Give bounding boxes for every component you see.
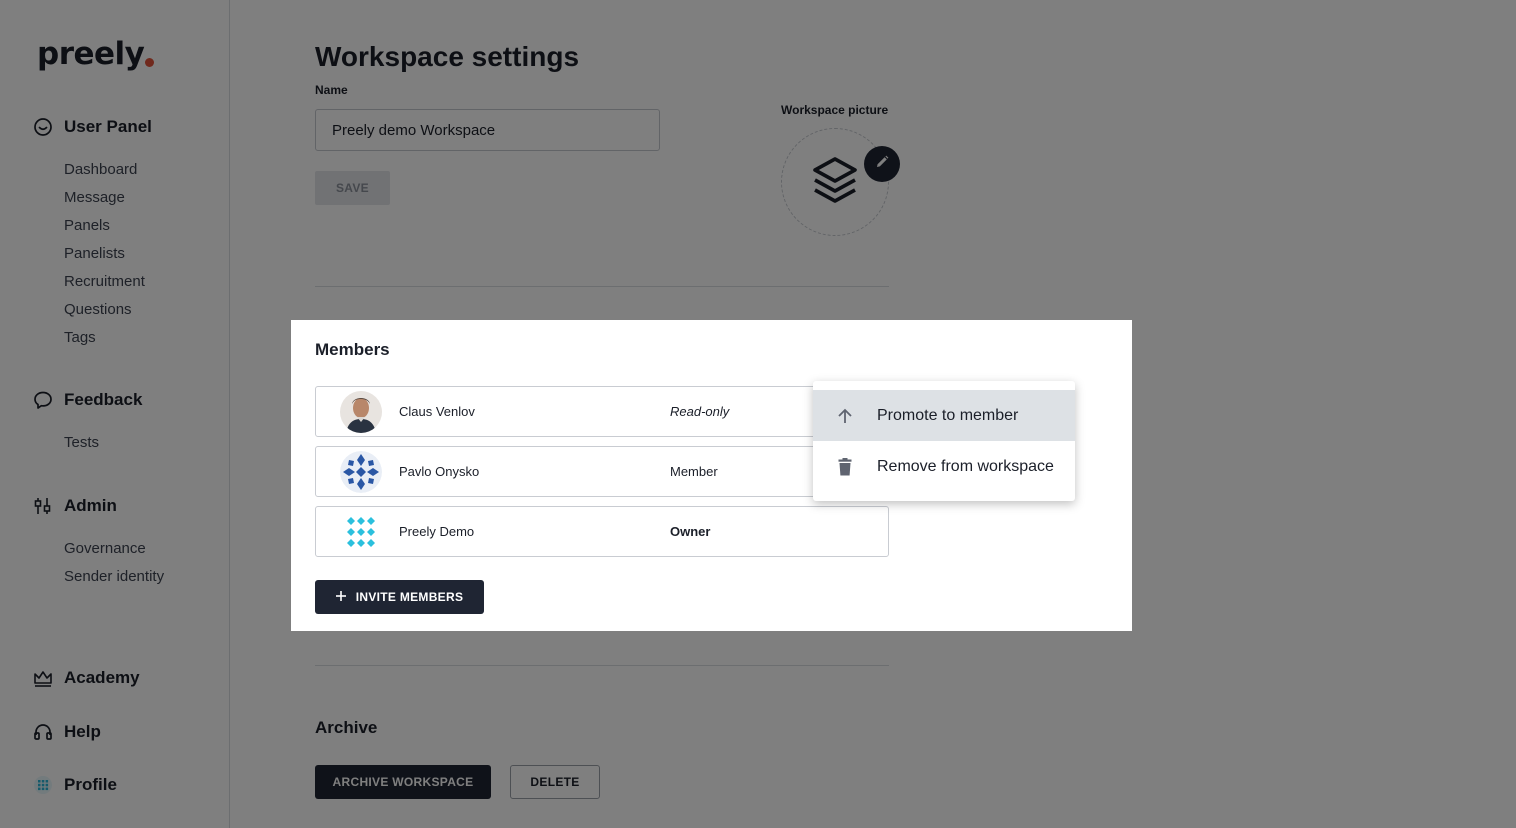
member-role: Member	[670, 464, 718, 479]
member-row[interactable]: Preely Demo Owner	[315, 506, 889, 557]
menu-item-promote-to-member[interactable]: Promote to member	[813, 390, 1075, 441]
menu-item-remove-from-workspace[interactable]: Remove from workspace	[813, 441, 1075, 492]
member-role: Read-only	[670, 404, 730, 419]
invite-members-label: INVITE MEMBERS	[355, 590, 464, 604]
menu-item-label: Promote to member	[877, 406, 1019, 424]
invite-members-button[interactable]: INVITE MEMBERS	[315, 580, 484, 614]
member-name: Preely Demo	[399, 524, 475, 539]
member-row[interactable]: Claus Venlov Read-only	[315, 386, 889, 437]
avatar	[340, 391, 382, 433]
arrow-up-icon	[831, 404, 859, 428]
member-row[interactable]: Pavlo Onysko Member	[315, 446, 889, 497]
members-title: Members	[315, 340, 390, 359]
avatar	[340, 451, 382, 493]
member-name: Pavlo Onysko	[399, 464, 480, 479]
member-role: Owner	[670, 524, 711, 539]
avatar	[340, 511, 382, 553]
member-name: Claus Venlov	[399, 404, 475, 419]
plus-icon	[335, 590, 346, 604]
menu-item-label: Remove from workspace	[877, 457, 1054, 475]
member-actions-menu: Promote to member Remove from workspace	[813, 381, 1075, 501]
trash-icon	[831, 455, 859, 479]
